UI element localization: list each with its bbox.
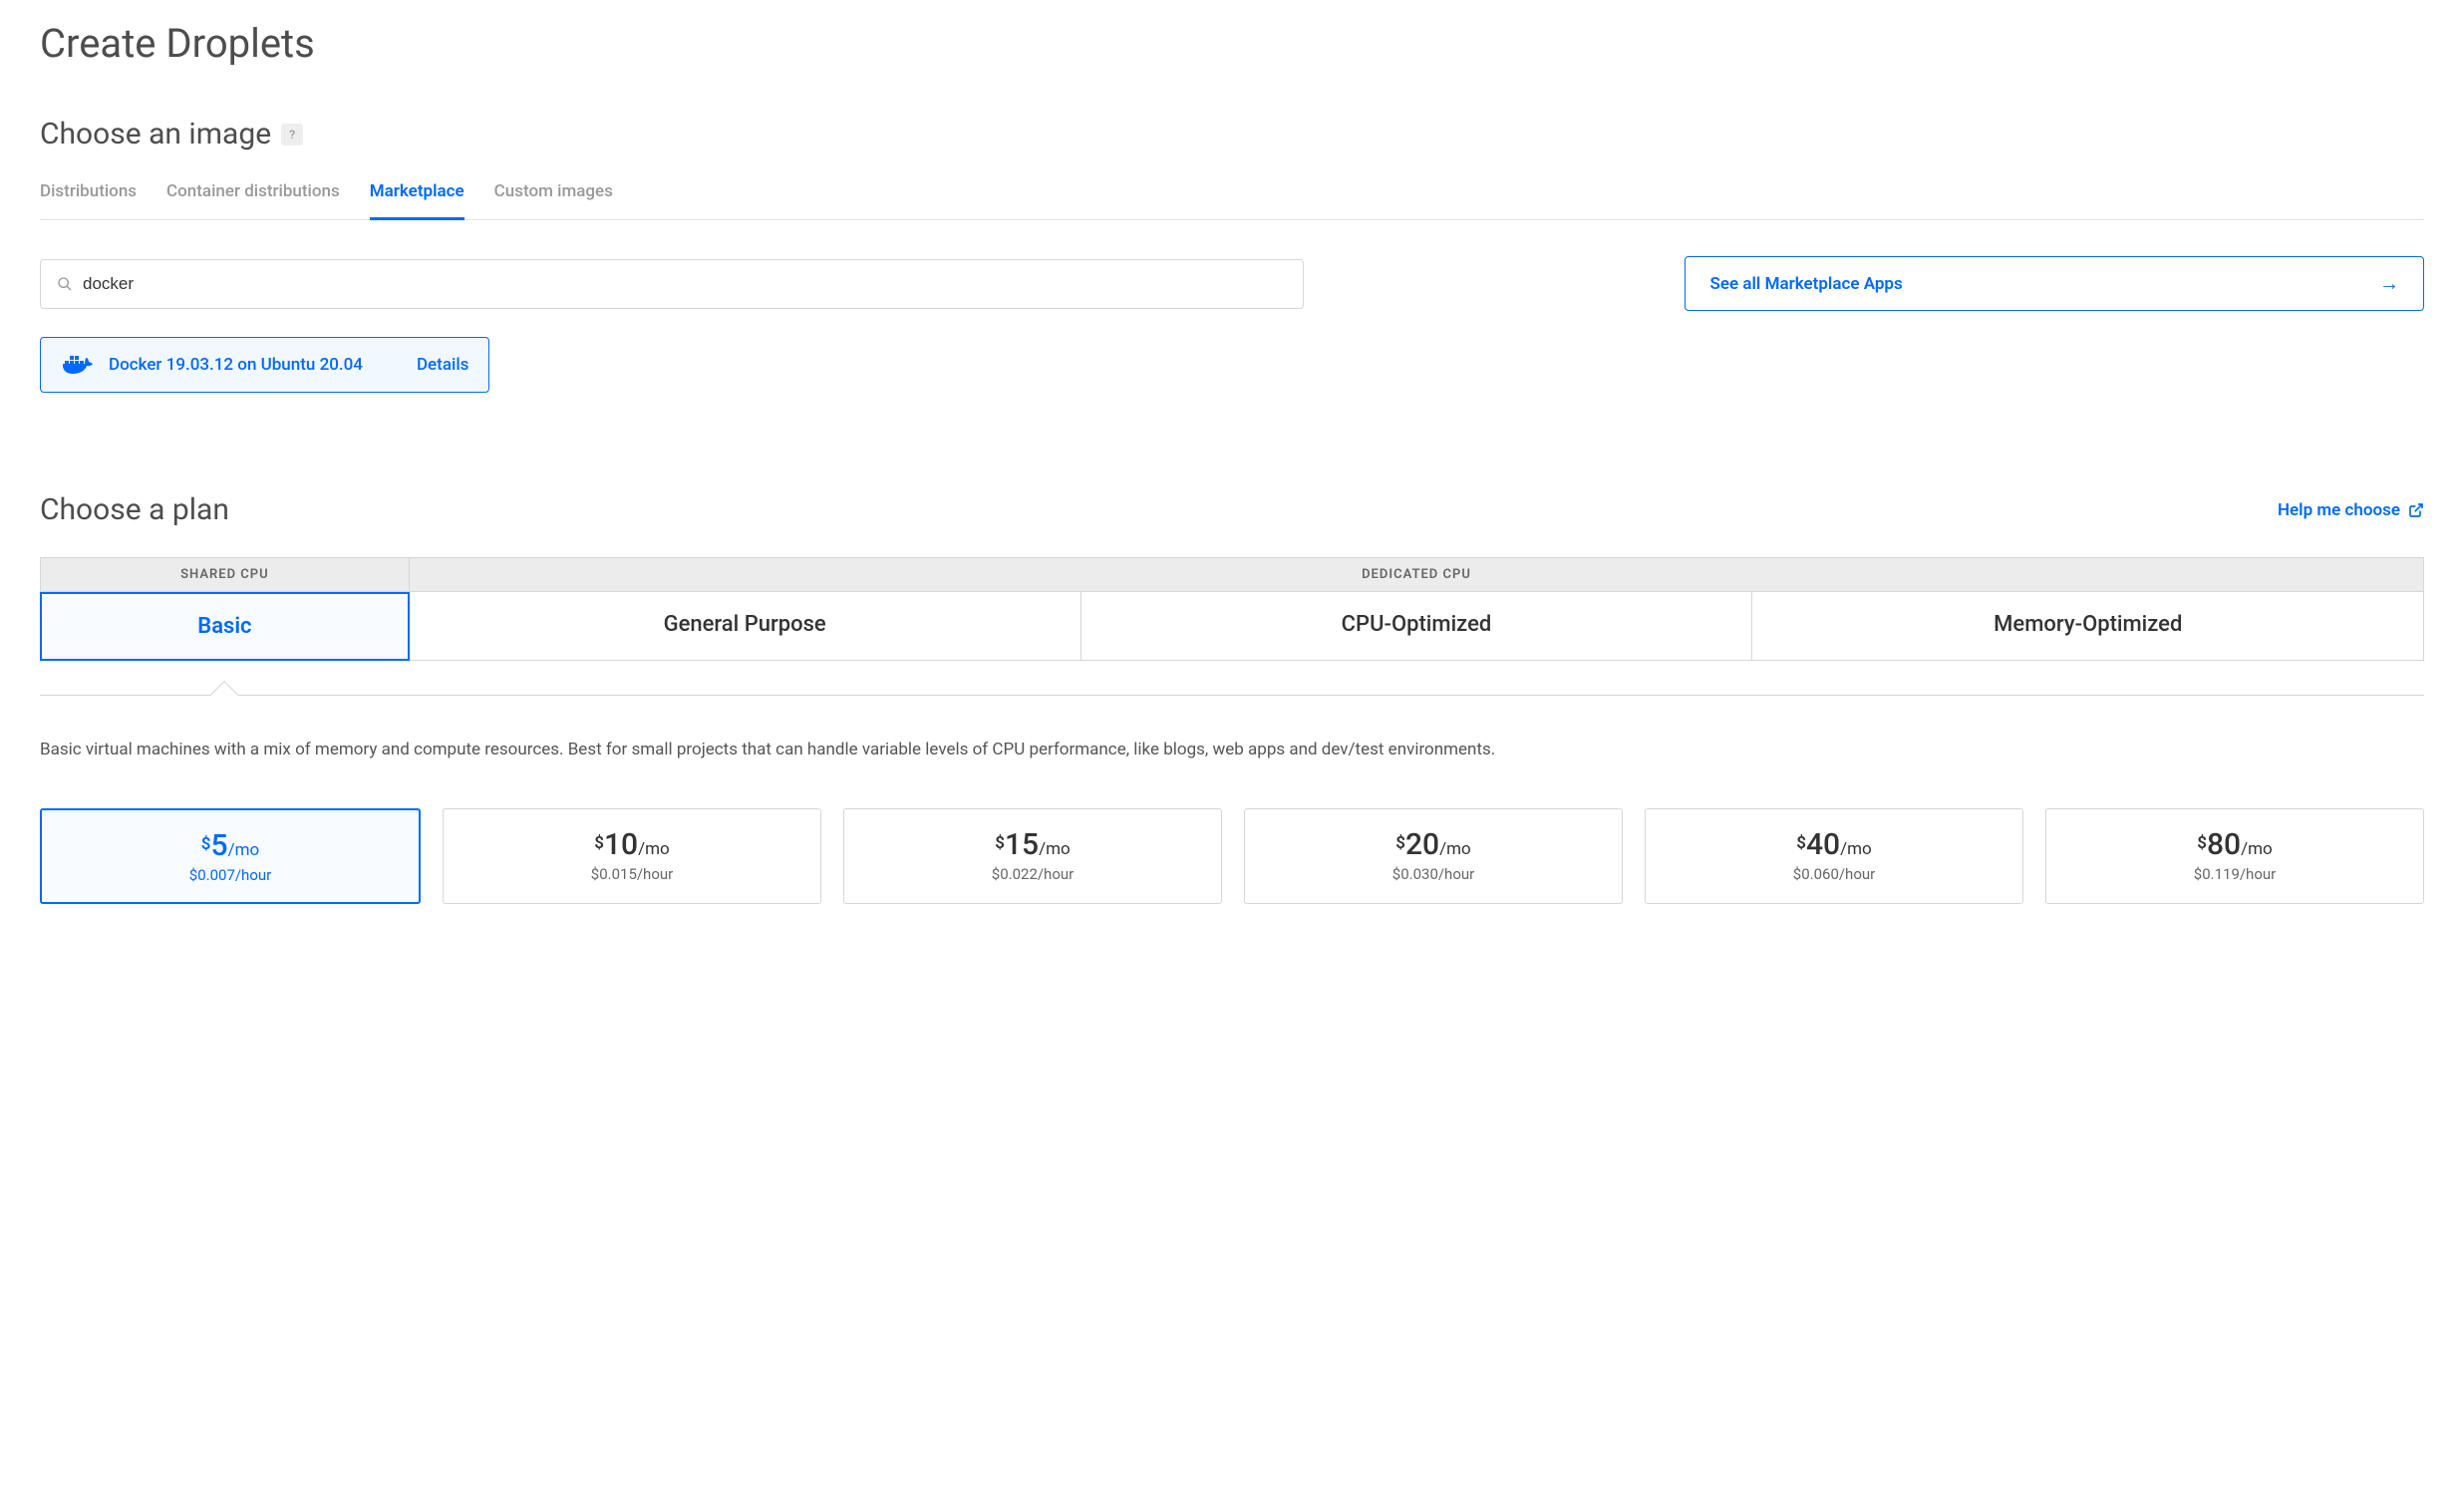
price-card-5[interactable]: $5/mo $0.007/hour [40,808,421,904]
image-details-link[interactable]: Details [417,355,468,375]
plan-header: Choose a plan Help me choose [40,492,2424,527]
price-main: $80/mo [2197,827,2272,862]
price-period: /mo [1039,839,1071,859]
price-card-80[interactable]: $80/mo $0.119/hour [2045,808,2424,904]
selected-image-label: Docker 19.03.12 on Ubuntu 20.04 [109,355,363,375]
price-period: /mo [2241,839,2273,859]
image-tab-marketplace[interactable]: Marketplace [370,181,464,220]
see-all-marketplace-label: See all Marketplace Apps [1709,274,1902,294]
plan-description: Basic virtual machines with a mix of mem… [40,736,2424,764]
price-hourly: $0.015/hour [444,865,820,883]
selected-image-card[interactable]: Docker 19.03.12 on Ubuntu 20.04 Details [40,337,489,393]
plan-divider [40,695,2424,696]
external-link-icon [2408,502,2424,518]
price-hourly: $0.119/hour [2046,865,2423,883]
plan-tab-general-purpose[interactable]: General Purpose [410,592,1081,661]
price-main: $5/mo [201,828,259,863]
shared-cpu-header: SHARED CPU [40,557,410,592]
search-icon [57,276,73,292]
choose-plan-title: Choose a plan [40,492,229,527]
price-amount: 40 [1806,827,1840,862]
price-period: /mo [1840,839,1872,859]
plan-tab-cpu-optimized[interactable]: CPU-Optimized [1081,592,1753,661]
image-tab-container-distributions[interactable]: Container distributions [166,181,340,220]
price-currency: $ [1796,833,1806,853]
plan-section: Choose a plan Help me choose SHARED CPU … [40,492,2424,904]
pricing-row: $5/mo$0.007/hour$10/mo$0.015/hour$15/mo$… [40,808,2424,904]
page-title: Create Droplets [40,20,2424,67]
dedicated-cpu-header: DEDICATED CPU [410,557,2424,592]
image-tab-custom-images[interactable]: Custom images [494,181,613,220]
choose-plan-label: Choose a plan [40,492,229,527]
price-currency: $ [1395,833,1405,853]
plan-tab-memory-optimized[interactable]: Memory-Optimized [1752,592,2424,661]
plan-type-grid: SHARED CPU DEDICATED CPU BasicGeneral Pu… [40,557,2424,661]
price-main: $20/mo [1395,827,1470,862]
plan-divider-caret-icon [210,681,238,709]
plan-tab-basic[interactable]: Basic [40,592,410,661]
price-period: /mo [228,840,260,860]
price-period: /mo [638,839,670,859]
price-card-10[interactable]: $10/mo $0.015/hour [443,808,821,904]
image-tab-distributions[interactable]: Distributions [40,181,137,220]
search-box[interactable] [40,259,1304,309]
help-me-choose-label: Help me choose [2278,500,2400,520]
help-me-choose-link[interactable]: Help me choose [2278,500,2424,520]
choose-image-title: Choose an image ? [40,117,303,151]
price-card-15[interactable]: $15/mo $0.022/hour [843,808,1222,904]
arrow-right-icon: → [2379,271,2399,296]
price-currency: $ [201,834,211,854]
price-card-40[interactable]: $40/mo $0.060/hour [1645,808,2023,904]
price-hourly: $0.060/hour [1646,865,2022,883]
price-hourly: $0.030/hour [1245,865,1622,883]
price-amount: 15 [1005,827,1039,862]
price-amount: 80 [2207,827,2241,862]
price-currency: $ [2197,833,2207,853]
price-card-20[interactable]: $20/mo $0.030/hour [1244,808,1623,904]
price-amount: 10 [604,827,638,862]
help-icon[interactable]: ? [281,124,303,146]
docker-icon [61,352,95,378]
image-tabs: Distributions Container distributions Mark… [40,181,2424,220]
price-currency: $ [594,833,604,853]
search-input[interactable] [83,274,1287,294]
price-main: $15/mo [995,827,1070,862]
see-all-marketplace-button[interactable]: See all Marketplace Apps → [1685,256,2424,311]
price-hourly: $0.022/hour [844,865,1221,883]
price-amount: 20 [1405,827,1439,862]
search-row: See all Marketplace Apps → [40,256,2424,311]
price-hourly: $0.007/hour [42,866,419,884]
price-currency: $ [995,833,1005,853]
price-main: $10/mo [594,827,669,862]
price-main: $40/mo [1796,827,1871,862]
price-amount: 5 [211,828,228,863]
price-period: /mo [1439,839,1471,859]
choose-image-label: Choose an image [40,117,271,151]
